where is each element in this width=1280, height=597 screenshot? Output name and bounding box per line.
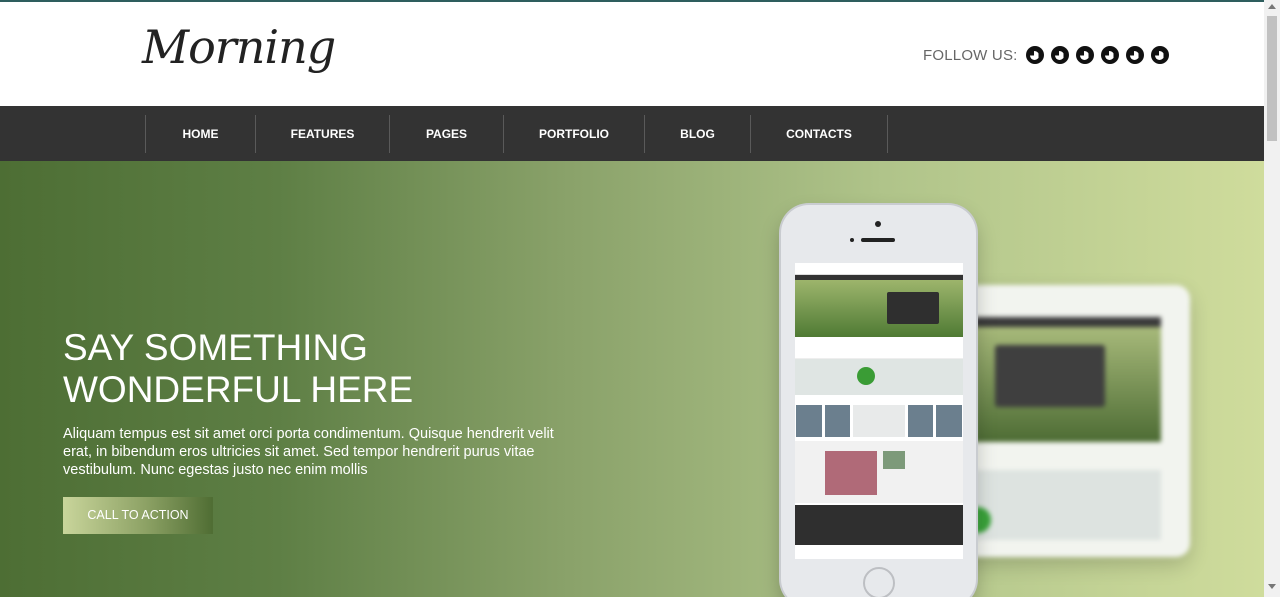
hero-description: Aliquam tempus est sit amet orci porta c… (63, 426, 554, 478)
tablet-nav-bar (975, 317, 1161, 327)
screen-footer (795, 505, 963, 545)
screen-header (795, 263, 963, 275)
follow-us-label: FOLLOW US: (923, 46, 1018, 64)
social-icon[interactable] (1125, 46, 1144, 64)
screen-map (795, 359, 963, 395)
follow-us: FOLLOW US: (923, 46, 1169, 64)
nav-item-portfolio[interactable]: PORTFOLIO (504, 115, 645, 153)
social-icon[interactable] (1150, 46, 1169, 64)
social-icons (1025, 46, 1169, 64)
main-navigation: HOME FEATURES PAGES PORTFOLIO BLOG CONTA… (0, 106, 1264, 161)
phone-camera (875, 221, 881, 227)
nav-item-home[interactable]: HOME (146, 115, 256, 153)
scroll-up-arrow-icon[interactable] (1268, 4, 1276, 9)
hero-banner: SAY SOMETHING WONDERFUL HERE Aliquam tem… (0, 161, 1264, 597)
phone-sensor (850, 238, 854, 242)
screen-map-marker (857, 367, 875, 385)
social-icon[interactable] (1075, 46, 1094, 64)
nav-item-contacts[interactable]: CONTACTS (751, 115, 888, 153)
social-icon[interactable] (1100, 46, 1119, 64)
screen-tagline (795, 337, 963, 359)
site-header: Morning FOLLOW US: (0, 2, 1264, 106)
phone-speaker (861, 238, 895, 242)
screen-laptop (887, 292, 939, 324)
scrollbar-thumb[interactable] (1267, 16, 1277, 141)
screen-blog (795, 441, 963, 503)
nav-item-pages[interactable]: PAGES (390, 115, 504, 153)
phone-screen (795, 263, 963, 559)
page-scrollbar[interactable] (1264, 0, 1280, 597)
social-icon[interactable] (1050, 46, 1069, 64)
scroll-down-arrow-icon[interactable] (1268, 584, 1276, 589)
phone-mockup (781, 205, 976, 597)
screen-hero (795, 280, 963, 337)
hero-title: SAY SOMETHING WONDERFUL HERE (63, 327, 663, 411)
tablet-laptop-image (995, 345, 1105, 407)
nav-list: HOME FEATURES PAGES PORTFOLIO BLOG CONTA… (145, 115, 888, 153)
tablet-map (975, 470, 1161, 540)
screen-gallery (795, 395, 963, 441)
tablet-mockup (955, 285, 1190, 557)
call-to-action-button[interactable]: CALL TO ACTION (63, 497, 213, 534)
hero-title-line-1: SAY SOMETHING (63, 327, 368, 368)
logo[interactable]: Morning (142, 20, 336, 74)
social-icon[interactable] (1025, 46, 1044, 64)
nav-item-features[interactable]: FEATURES (256, 115, 390, 153)
phone-home-button (863, 567, 895, 597)
nav-item-blog[interactable]: BLOG (645, 115, 751, 153)
hero-title-line-2: WONDERFUL HERE (63, 369, 414, 410)
